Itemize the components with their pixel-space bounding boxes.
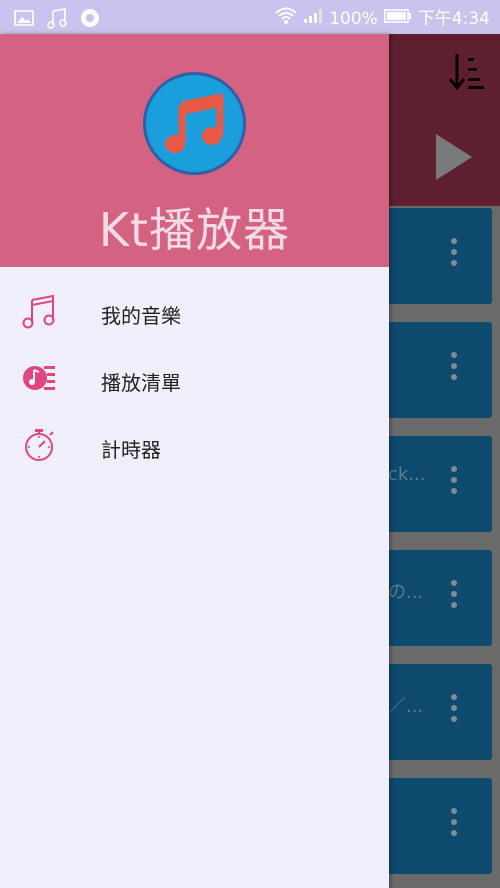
music-note-icon [46, 7, 68, 33]
signal-icon [303, 8, 323, 29]
song-card[interactable] [386, 322, 492, 418]
app-logo-icon [143, 72, 246, 175]
sort-icon[interactable] [448, 52, 486, 92]
more-options-icon[interactable] [450, 466, 458, 502]
stopwatch-icon [22, 427, 56, 463]
more-options-icon[interactable] [450, 808, 458, 844]
image-icon [14, 10, 34, 30]
song-card[interactable]: の... [386, 550, 492, 646]
drawer-menu: 我的音樂 播放清單 計時器 [0, 278, 389, 479]
playlist-icon [22, 360, 56, 396]
more-options-icon[interactable] [450, 352, 458, 388]
more-options-icon[interactable] [450, 238, 458, 274]
drawer-header: Kt播放器 [0, 34, 389, 267]
menu-item-playlist[interactable]: 播放清單 [0, 345, 389, 412]
menu-item-label: 播放清單 [101, 371, 181, 395]
circle-app-icon [80, 8, 100, 32]
app-title: Kt播放器 [98, 203, 291, 257]
music-note-icon [22, 293, 56, 329]
menu-item-label: 計時器 [101, 438, 161, 462]
menu-item-my-music[interactable]: 我的音樂 [0, 278, 389, 345]
battery-percent: 100% [329, 8, 378, 29]
battery-icon [384, 8, 412, 29]
song-card[interactable] [386, 208, 492, 304]
song-card[interactable]: ／... [386, 664, 492, 760]
wifi-icon [275, 7, 297, 30]
song-card[interactable] [386, 778, 492, 874]
song-card[interactable]: ck... [386, 436, 492, 532]
more-options-icon[interactable] [450, 580, 458, 616]
status-bar: 100% 下午4:34 [0, 0, 500, 34]
navigation-drawer: Kt播放器 我的音樂 播放清單 計時器 [0, 34, 389, 888]
more-options-icon[interactable] [450, 694, 458, 730]
menu-item-label: 我的音樂 [101, 304, 181, 328]
play-icon[interactable] [434, 132, 474, 182]
menu-item-timer[interactable]: 計時器 [0, 412, 389, 479]
clock: 下午4:34 [417, 8, 490, 29]
